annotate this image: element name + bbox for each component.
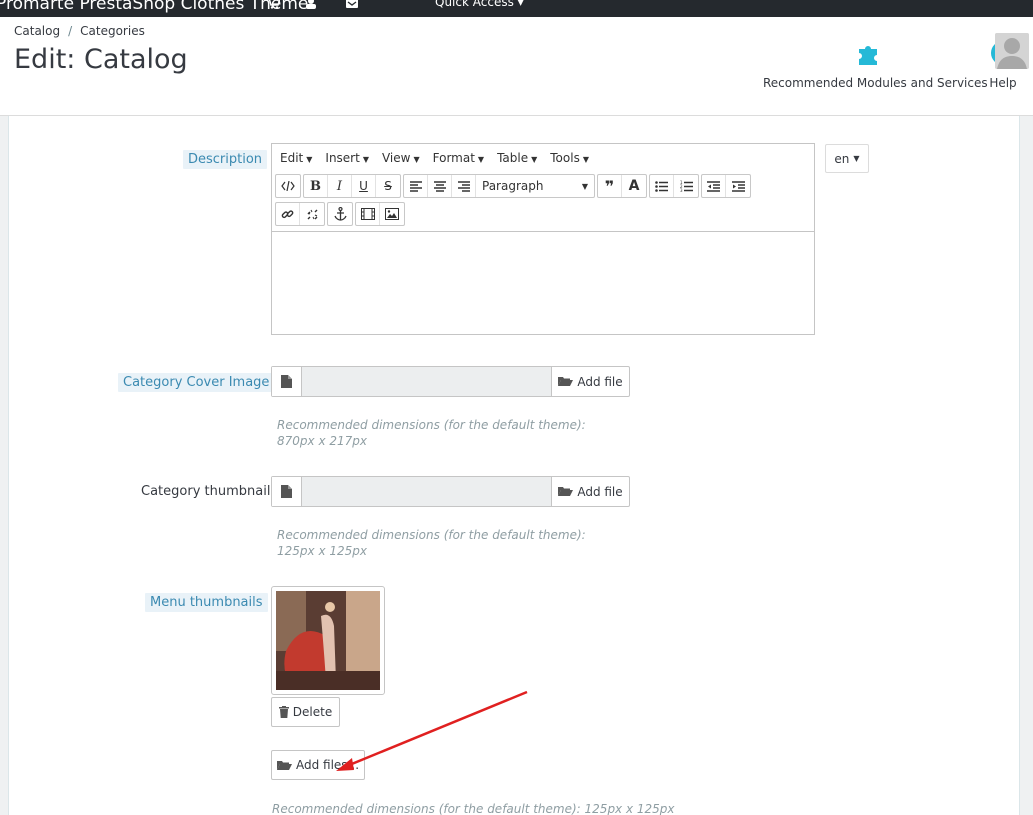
delete-label: Delete <box>292 705 333 719</box>
folder-open-icon <box>276 760 292 770</box>
description-editor: Edit ▼ Insert ▼ View ▼ Format ▼ Table ▼ Tools… <box>271 143 815 335</box>
indent-icon[interactable] <box>726 175 750 197</box>
numbered-list-icon[interactable]: 123 <box>674 175 698 197</box>
menu-insert[interactable]: Insert ▼ <box>325 151 369 165</box>
menu-view[interactable]: View ▼ <box>382 151 420 165</box>
file-icon <box>272 477 302 506</box>
caret-down-icon: ▼ <box>582 155 589 164</box>
cart-icon[interactable] <box>266 0 281 9</box>
page-header: Catalog / Categories Edit: Catalog Recomme… <box>0 17 1033 116</box>
caret-down-icon: ▼ <box>362 155 369 164</box>
link-icon[interactable] <box>276 203 300 225</box>
cover-image-add-file-button[interactable]: Add file <box>551 367 629 396</box>
editor-menubar: Edit ▼ Insert ▼ View ▼ Format ▼ Table ▼ Tools… <box>272 144 814 172</box>
underline-icon[interactable]: U <box>352 175 376 197</box>
menu-thumbnail-image <box>276 591 380 690</box>
anchor-icon[interactable] <box>328 203 352 225</box>
blockquote-icon[interactable]: ❞ <box>598 175 622 197</box>
caret-down-icon: ▼ <box>306 155 313 164</box>
breadcrumb-categories[interactable]: Categories <box>80 24 145 38</box>
add-file-label: Add file <box>577 484 623 499</box>
language-dropdown[interactable]: en ▼ <box>825 144 869 173</box>
help-label: Help <box>989 76 1017 90</box>
cover-image-label: Category Cover Image <box>118 373 275 392</box>
message-icon[interactable] <box>345 0 359 9</box>
thumbnail-label: Category thumbnail <box>141 484 271 499</box>
source-code-icon[interactable] <box>276 175 300 197</box>
cover-image-help: Recommended dimensions (for the default … <box>277 418 586 448</box>
top-bar: Promarte PrestaShop Clothes Theme Quick … <box>0 0 1033 17</box>
outdent-icon[interactable] <box>702 175 726 197</box>
folder-open-icon <box>558 487 574 496</box>
caret-down-icon: ▼ <box>477 155 485 164</box>
thumbnail-file-group: Add file <box>271 476 630 507</box>
quick-access-menu[interactable]: Quick Access ▾ <box>435 0 524 9</box>
avatar[interactable] <box>995 33 1029 69</box>
folder-open-icon <box>558 377 574 386</box>
thumbnail-add-file-button[interactable]: Add file <box>551 477 629 506</box>
breadcrumb-catalog[interactable]: Catalog <box>14 24 60 38</box>
bold-icon[interactable]: B <box>304 175 328 197</box>
image-icon[interactable] <box>380 203 404 225</box>
add-file-label: Add file <box>577 374 623 389</box>
menu-thumbnails-label: Menu thumbnails <box>145 593 268 612</box>
breadcrumb: Catalog / Categories <box>14 24 145 38</box>
recommended-modules-label: Recommended Modules and Services <box>763 76 988 90</box>
menu-edit[interactable]: Edit ▼ <box>280 151 312 165</box>
trash-icon <box>278 706 289 718</box>
page-title: Edit: Catalog <box>14 44 188 75</box>
breadcrumb-separator: / <box>68 24 73 38</box>
cover-image-file-group: Add file <box>271 366 630 397</box>
shop-name[interactable]: Promarte PrestaShop Clothes Theme <box>0 0 308 14</box>
customer-icon[interactable] <box>305 0 319 9</box>
red-arrow-annotation <box>336 690 528 771</box>
recommended-modules-button[interactable]: Recommended Modules and Services <box>763 39 988 90</box>
menu-table[interactable]: Table ▼ <box>497 151 537 165</box>
language-value: en <box>834 151 850 166</box>
format-select[interactable]: Paragraph ▼ <box>476 175 594 197</box>
thumbnail-help: Recommended dimensions (for the default … <box>277 528 586 558</box>
align-left-icon[interactable] <box>404 175 428 197</box>
caret-down-icon: ▼ <box>413 155 420 164</box>
bullet-list-icon[interactable] <box>650 175 674 197</box>
puzzle-icon <box>859 46 877 65</box>
align-right-icon[interactable] <box>452 175 476 197</box>
unlink-icon[interactable] <box>300 203 324 225</box>
cover-image-filename-input[interactable] <box>302 367 551 396</box>
media-icon[interactable] <box>356 203 380 225</box>
menu-format[interactable]: Format ▼ <box>433 151 484 165</box>
menu-tools[interactable]: Tools ▼ <box>550 151 589 165</box>
menu-thumbnails-help: Recommended dimensions (for the default … <box>272 802 675 815</box>
description-label: Description <box>183 150 268 169</box>
file-icon <box>272 367 302 396</box>
editor-toolbar-row-2 <box>272 200 814 228</box>
caret-down-icon: ▼ <box>581 181 588 191</box>
italic-icon[interactable]: I <box>328 175 352 197</box>
caret-down-icon: ▼ <box>531 155 538 164</box>
strikethrough-icon[interactable]: S <box>376 175 400 197</box>
caret-down-icon: ▼ <box>853 154 860 163</box>
thumbnail-filename-input[interactable] <box>302 477 551 506</box>
description-edit-area[interactable] <box>272 231 814 334</box>
svg-text:3: 3 <box>680 188 683 192</box>
editor-toolbar-row-1: B I U S Paragraph ▼ ❞ A 1 2 3 <box>272 172 814 200</box>
menu-thumbnail-preview <box>271 586 385 695</box>
text-color-icon[interactable]: A <box>622 175 646 197</box>
align-center-icon[interactable] <box>428 175 452 197</box>
format-select-value: Paragraph <box>482 179 544 193</box>
